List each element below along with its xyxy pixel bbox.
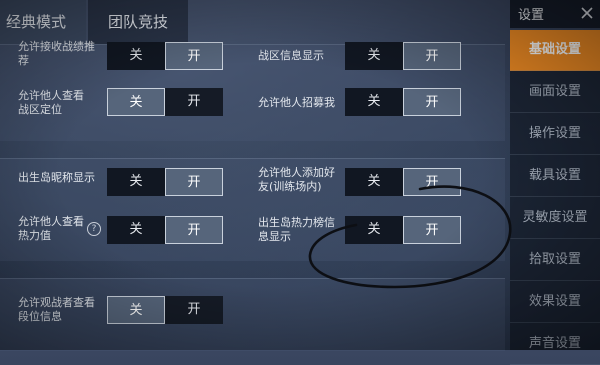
sidebar-item-controls[interactable]: 操作设置 [510, 114, 600, 155]
toggle-nickname: 关 开 [107, 168, 223, 196]
sidebar-item-basic[interactable]: 基础设置 [510, 30, 600, 71]
sidebar-item-sensitivity[interactable]: 灵敏度设置 [510, 198, 600, 239]
toggle-heat-list: 关 开 [345, 216, 461, 244]
toggle-on-option[interactable]: 开 [165, 216, 223, 244]
question-circle-icon[interactable]: ? [87, 222, 101, 236]
toggle-heat-value: 关 开 [107, 216, 223, 244]
sidebar-item-sound[interactable]: 声音设置 [510, 324, 600, 365]
toggle-on-option[interactable]: 开 [403, 168, 461, 196]
toggle-recruit: 关 开 [345, 88, 461, 116]
settings-header: 设置 [510, 0, 600, 28]
toggle-on-option[interactable]: 开 [165, 168, 223, 196]
setting-label-spectator-rank: 允许观战者查看段位信息 [18, 296, 95, 323]
tab-classic-mode[interactable]: 经典模式 [0, 0, 87, 44]
toggle-off-option[interactable]: 关 [107, 296, 165, 324]
toggle-off-option[interactable]: 关 [345, 88, 403, 116]
toggle-off-option[interactable]: 关 [345, 216, 403, 244]
setting-label-zone-info: 战区信息显示 [258, 49, 324, 62]
close-icon[interactable] [578, 2, 596, 24]
setting-label-heat-value: 允许他人查看热力值 [18, 215, 84, 242]
toggle-off-option[interactable]: 关 [345, 168, 403, 196]
toggle-add-friend: 关 开 [345, 168, 461, 196]
toggle-accept-invite: 关 开 [107, 42, 223, 70]
toggle-spectator-rank: 关 开 [107, 296, 223, 324]
toggle-on-option[interactable]: 开 [165, 296, 223, 324]
setting-label-nickname: 出生岛昵称显示 [18, 171, 95, 184]
mode-tabs: 经典模式 团队竞技 [0, 0, 190, 44]
toggle-on-option[interactable]: 开 [403, 88, 461, 116]
sidebar-item-vehicle[interactable]: 载具设置 [510, 156, 600, 197]
toggle-view-zone: 关 开 [107, 88, 223, 116]
setting-label-accept-invite: 允许接收战绩推荐 [18, 40, 95, 67]
toggle-on-option[interactable]: 开 [403, 216, 461, 244]
settings-sidebar: 基础设置 画面设置 操作设置 载具设置 灵敏度设置 拾取设置 效果设置 声音设置 [510, 30, 600, 365]
toggle-zone-info: 关 开 [345, 42, 461, 70]
toggle-off-option[interactable]: 关 [107, 88, 165, 116]
setting-label-recruit: 允许他人招募我 [258, 96, 335, 109]
settings-title: 设置 [518, 8, 545, 23]
toggle-on-option[interactable]: 开 [165, 42, 223, 70]
toggle-on-option[interactable]: 开 [403, 42, 461, 70]
sidebar-item-pickup[interactable]: 拾取设置 [510, 240, 600, 281]
toggle-off-option[interactable]: 关 [107, 42, 165, 70]
toggle-off-option[interactable]: 关 [345, 42, 403, 70]
tab-team-deathmatch[interactable]: 团队竞技 [88, 0, 189, 44]
toggle-on-option[interactable]: 开 [165, 88, 223, 116]
setting-label-view-zone: 允许他人查看战区定位 [18, 89, 84, 116]
sidebar-item-graphics[interactable]: 画面设置 [510, 72, 600, 113]
setting-label-add-friend: 允许他人添加好友(训练场内) [258, 166, 335, 193]
setting-label-heat-list: 出生岛热力榜信息显示 [258, 216, 335, 243]
toggle-off-option[interactable]: 关 [107, 168, 165, 196]
toggle-off-option[interactable]: 关 [107, 216, 165, 244]
sidebar-item-effects[interactable]: 效果设置 [510, 282, 600, 323]
